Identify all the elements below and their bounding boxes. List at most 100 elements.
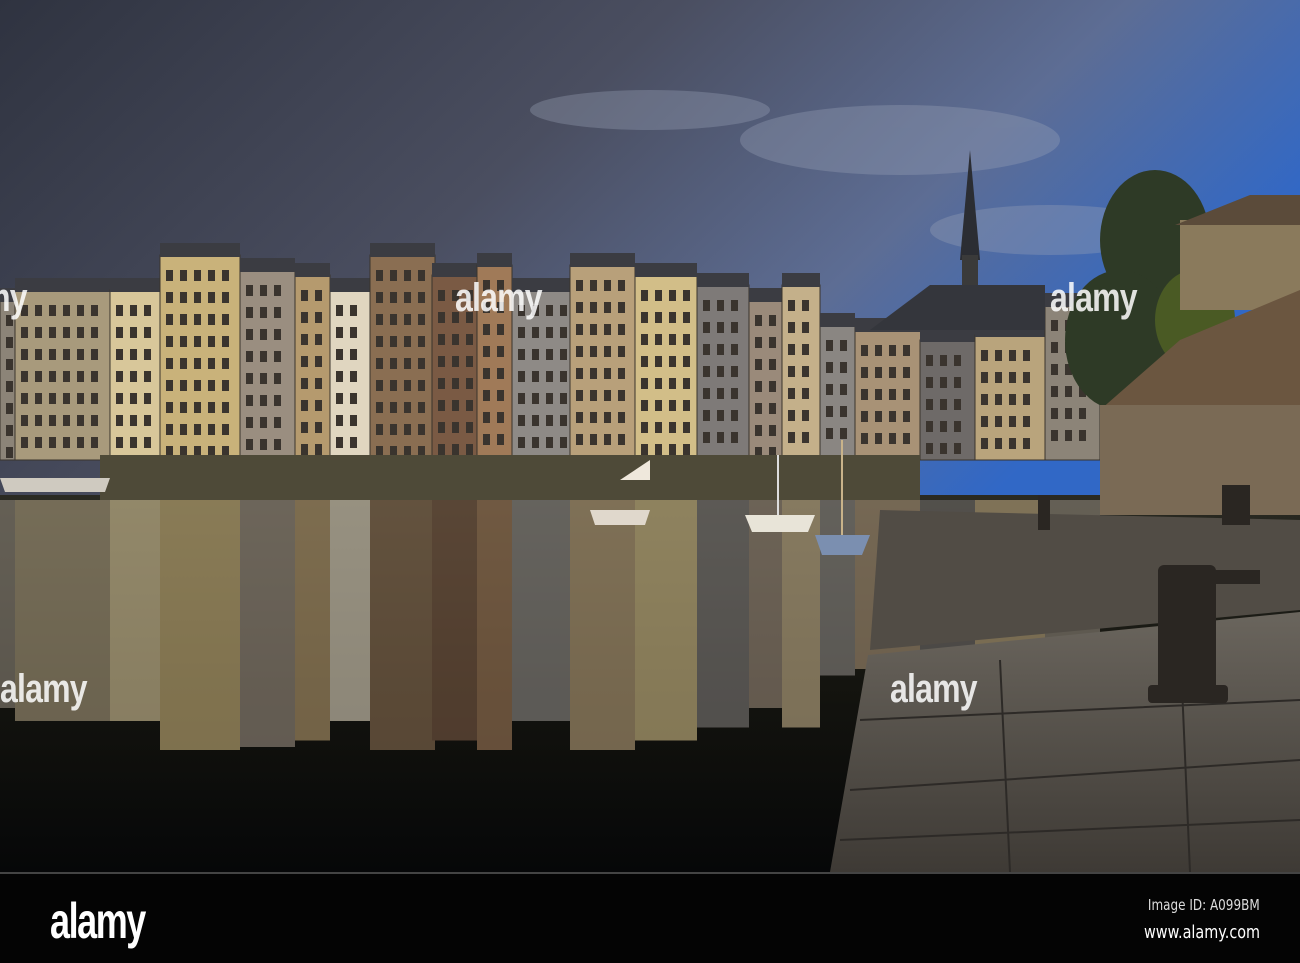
roof [477,253,512,267]
window [274,285,281,296]
window [77,305,84,316]
window [755,359,762,370]
window [63,305,70,316]
window [91,349,98,360]
window [903,345,910,356]
window [840,406,847,417]
window [889,389,896,400]
townhouse [239,269,296,461]
window [180,380,187,391]
window [404,380,411,391]
window [889,411,896,422]
window [483,368,490,379]
window [166,358,173,369]
window [350,371,357,382]
window [576,412,583,423]
window [376,292,383,303]
window [618,390,625,401]
window [21,327,28,338]
window [669,444,676,455]
window [180,270,187,281]
window [260,417,267,428]
window [618,412,625,423]
window [260,285,267,296]
window [116,415,123,426]
roof [749,288,782,302]
window [618,346,625,357]
window [376,270,383,281]
window [604,346,611,357]
window [903,389,910,400]
window [641,378,648,389]
window [1051,342,1058,353]
window [717,388,724,399]
window [1051,320,1058,331]
window [116,327,123,338]
window [77,415,84,426]
window [144,393,151,404]
window [560,349,567,360]
window [376,402,383,413]
window [208,336,215,347]
window [21,415,28,426]
window [222,292,229,303]
window [315,378,322,389]
window [180,292,187,303]
roof [330,278,370,292]
window [208,314,215,325]
window [315,334,322,345]
window [130,415,137,426]
window [222,358,229,369]
window [301,312,308,323]
window [655,378,662,389]
window [788,344,795,355]
window [903,411,910,422]
window [77,349,84,360]
window [404,402,411,413]
window [655,356,662,367]
window [532,437,539,448]
window [861,411,868,422]
window [788,300,795,311]
window [560,437,567,448]
window [802,432,809,443]
window [655,312,662,323]
window [802,410,809,421]
window [116,437,123,448]
window [246,439,253,450]
window [590,324,597,335]
window [981,416,988,427]
window [350,415,357,426]
roof [15,278,110,292]
window [350,305,357,316]
website-link[interactable]: www.alamy.com [1144,922,1260,943]
window [683,290,690,301]
window [981,394,988,405]
window [260,373,267,384]
window [438,378,445,389]
window [49,437,56,448]
window [497,368,504,379]
window [91,393,98,404]
window [466,400,473,411]
window [840,362,847,373]
reflection [512,500,570,721]
window [63,437,70,448]
window [717,322,724,333]
window [77,437,84,448]
window [802,322,809,333]
roof [635,263,697,277]
window [274,329,281,340]
window [49,327,56,338]
roof [110,278,160,292]
window [903,367,910,378]
watermark: alamy [1050,276,1138,320]
alamy-logo: alamy [50,893,146,949]
window [717,366,724,377]
reflection [160,500,240,750]
window [144,349,151,360]
window [1023,350,1030,361]
window [717,432,724,443]
window [840,340,847,351]
window [166,292,173,303]
